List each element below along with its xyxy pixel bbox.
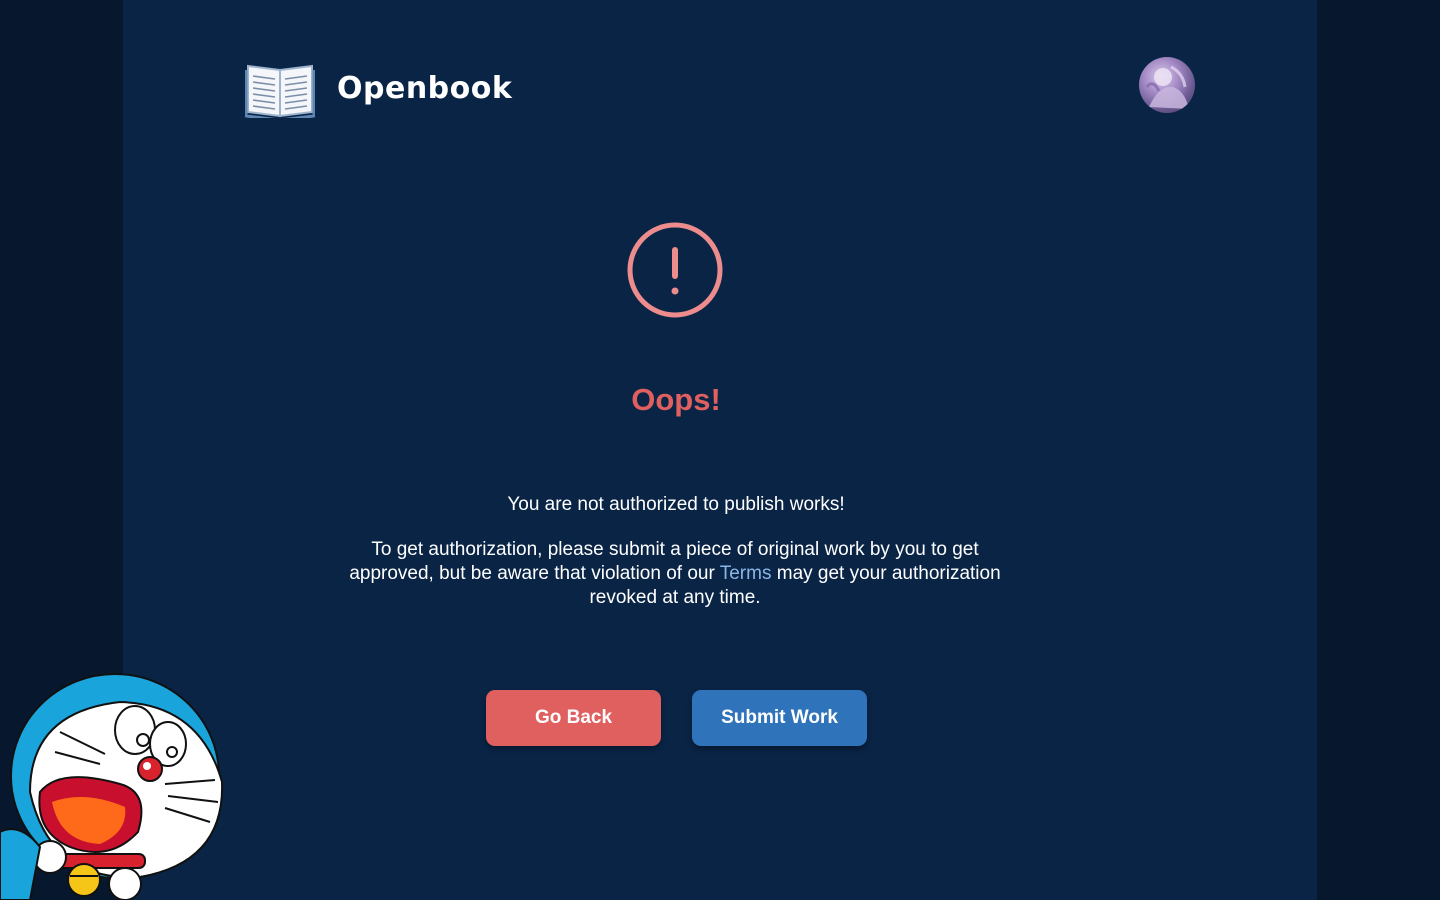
go-back-button[interactable]: Go Back	[486, 690, 661, 746]
authorization-instructions: To get authorization, please submit a pi…	[345, 538, 1005, 610]
exclamation-circle-icon	[627, 222, 723, 318]
brand-logo[interactable]: Openbook	[245, 58, 512, 118]
open-book-icon	[245, 64, 315, 118]
doraemon-illustration	[0, 673, 224, 900]
brand-name: Openbook	[337, 70, 513, 106]
error-message: You are not authorized to publish works!	[507, 494, 845, 515]
submit-work-button[interactable]: Submit Work	[692, 690, 867, 746]
avatar-image	[1145, 65, 1189, 109]
user-avatar[interactable]	[1139, 57, 1195, 113]
terms-link[interactable]: Terms	[720, 563, 772, 584]
error-title: Oops!	[631, 382, 721, 417]
main-panel	[123, 0, 1317, 900]
